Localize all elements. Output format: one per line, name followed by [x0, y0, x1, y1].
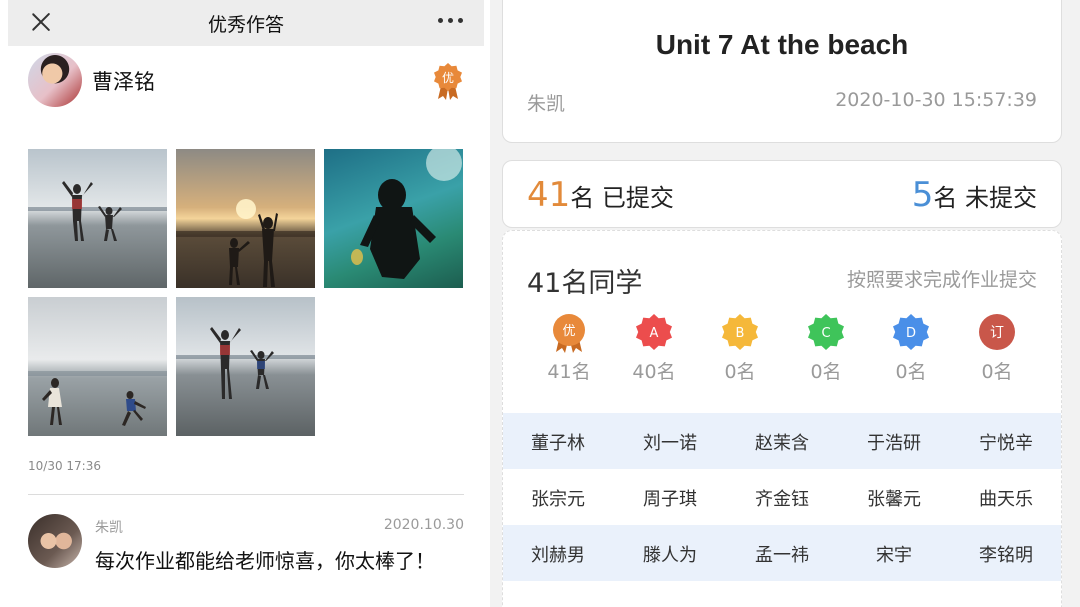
- student-name-cell[interactable]: 宁悦辛: [951, 429, 1061, 455]
- grades-card: 41名同学 按照要求完成作业提交 优 41名 A 40名 B 0名 C 0名 D…: [502, 230, 1062, 607]
- student-name-cell[interactable]: 曲天乐: [951, 485, 1061, 511]
- student-name: 曹泽铭: [92, 70, 155, 94]
- submitted-label: 名 已提交: [570, 184, 674, 212]
- grade-excellent-count: 41名: [547, 361, 591, 383]
- submitted-count[interactable]: 41名 已提交: [527, 175, 674, 215]
- student-name-cell[interactable]: 赵茉含: [727, 429, 837, 455]
- svg-text:B: B: [736, 326, 745, 341]
- comment-date: 2020.10.30: [383, 517, 464, 533]
- grade-b-badge-icon: B: [722, 314, 758, 350]
- grade-d[interactable]: D 0名: [871, 313, 951, 384]
- class-note: 按照要求完成作业提交: [846, 269, 1037, 291]
- grade-a-count: 40名: [632, 361, 676, 383]
- class-count: 41名同学: [527, 268, 643, 299]
- post-time: 10/30 17:36: [28, 459, 101, 473]
- svg-text:D: D: [906, 326, 916, 341]
- submitted-number: 41: [527, 175, 571, 215]
- beach-photo-2[interactable]: [176, 149, 315, 288]
- grade-c-badge-icon: C: [808, 314, 844, 350]
- grade-a[interactable]: A 40名: [614, 313, 694, 384]
- grade-excellent-badge-icon: 优: [553, 314, 585, 353]
- grade-c-count: 0名: [810, 361, 842, 383]
- student-name-cell[interactable]: 张馨元: [839, 485, 949, 511]
- beach-photo-5[interactable]: [176, 297, 315, 436]
- unsubmitted-label: 名 未提交: [933, 184, 1037, 212]
- homework-info-card: Unit 7 At the beach 朱凯 2020-10-30 15:57:…: [502, 0, 1062, 143]
- comment-text: 每次作业都能给老师惊喜，你太棒了！: [95, 549, 435, 573]
- student-name-cell[interactable]: 张宗元: [503, 485, 613, 511]
- homework-title: Unit 7 At the beach: [655, 29, 909, 60]
- svg-text:优: 优: [562, 324, 575, 339]
- header-bar: 优秀作答: [8, 0, 484, 46]
- svg-text:C: C: [821, 326, 830, 341]
- student-avatar[interactable]: [28, 53, 82, 107]
- homework-time: 2020-10-30 15:57:39: [835, 89, 1037, 111]
- more-icon[interactable]: [438, 13, 464, 27]
- student-name-cell[interactable]: 滕人为: [615, 541, 725, 567]
- comment-author: 朱凯: [95, 520, 123, 536]
- grade-c[interactable]: C 0名: [786, 313, 866, 384]
- student-name-cell[interactable]: 于浩研: [839, 429, 949, 455]
- divider: [28, 494, 464, 495]
- student-name-cell[interactable]: 刘一诺: [615, 429, 725, 455]
- grade-b[interactable]: B 0名: [700, 313, 780, 384]
- homework-stats-panel: Unit 7 At the beach 朱凯 2020-10-30 15:57:…: [490, 0, 1080, 607]
- student-name-cell[interactable]: 董子林: [503, 429, 613, 455]
- excellent-answer-panel: 优秀作答 曹泽铭 优 10/30 17:36 朱凯 2020.10.30 每次作…: [8, 0, 484, 607]
- svg-text:A: A: [650, 326, 659, 341]
- svg-text:优: 优: [442, 71, 454, 85]
- student-name-cell[interactable]: 宋宇: [839, 541, 949, 567]
- submission-counts-card: 41名 已提交 5名 未提交: [502, 160, 1062, 228]
- grade-b-count: 0名: [724, 361, 756, 383]
- grade-d-count: 0名: [895, 361, 927, 383]
- student-name-cell[interactable]: 齐金钰: [727, 485, 837, 511]
- student-row: 张宗元 周子琪 齐金钰 张馨元 曲天乐: [503, 469, 1061, 525]
- page-title: 优秀作答: [207, 14, 284, 36]
- grade-correction-count: 0名: [981, 361, 1013, 383]
- unsubmitted-count[interactable]: 5名 未提交: [912, 175, 1037, 215]
- excellent-badge-icon: 优: [434, 63, 462, 100]
- student-name-cell[interactable]: 孟一祎: [727, 541, 837, 567]
- grade-excellent[interactable]: 优 41名: [529, 313, 609, 384]
- student-row: 董子林 刘一诺 赵茉含 于浩研 宁悦辛: [503, 413, 1061, 469]
- beach-photo-4[interactable]: [28, 297, 167, 436]
- grade-correction-badge-icon: 订: [979, 314, 1015, 350]
- beach-photo-1[interactable]: [28, 149, 167, 288]
- student-row: 刘赫男 滕人为 孟一祎 宋宇 李铭明: [503, 525, 1061, 581]
- teacher-avatar[interactable]: [28, 514, 82, 568]
- unsubmitted-number: 5: [911, 175, 934, 215]
- student-name-cell[interactable]: 周子琪: [615, 485, 725, 511]
- svg-text:订: 订: [990, 325, 1004, 341]
- homework-teacher: 朱凯: [527, 93, 566, 115]
- student-name-cell[interactable]: 刘赫男: [503, 541, 613, 567]
- student-name-cell[interactable]: 李铭明: [951, 541, 1061, 567]
- grade-a-badge-icon: A: [636, 314, 672, 350]
- beach-photo-3[interactable]: [324, 149, 463, 288]
- grade-correction[interactable]: 订 0名: [957, 313, 1037, 384]
- grade-d-badge-icon: D: [893, 314, 929, 350]
